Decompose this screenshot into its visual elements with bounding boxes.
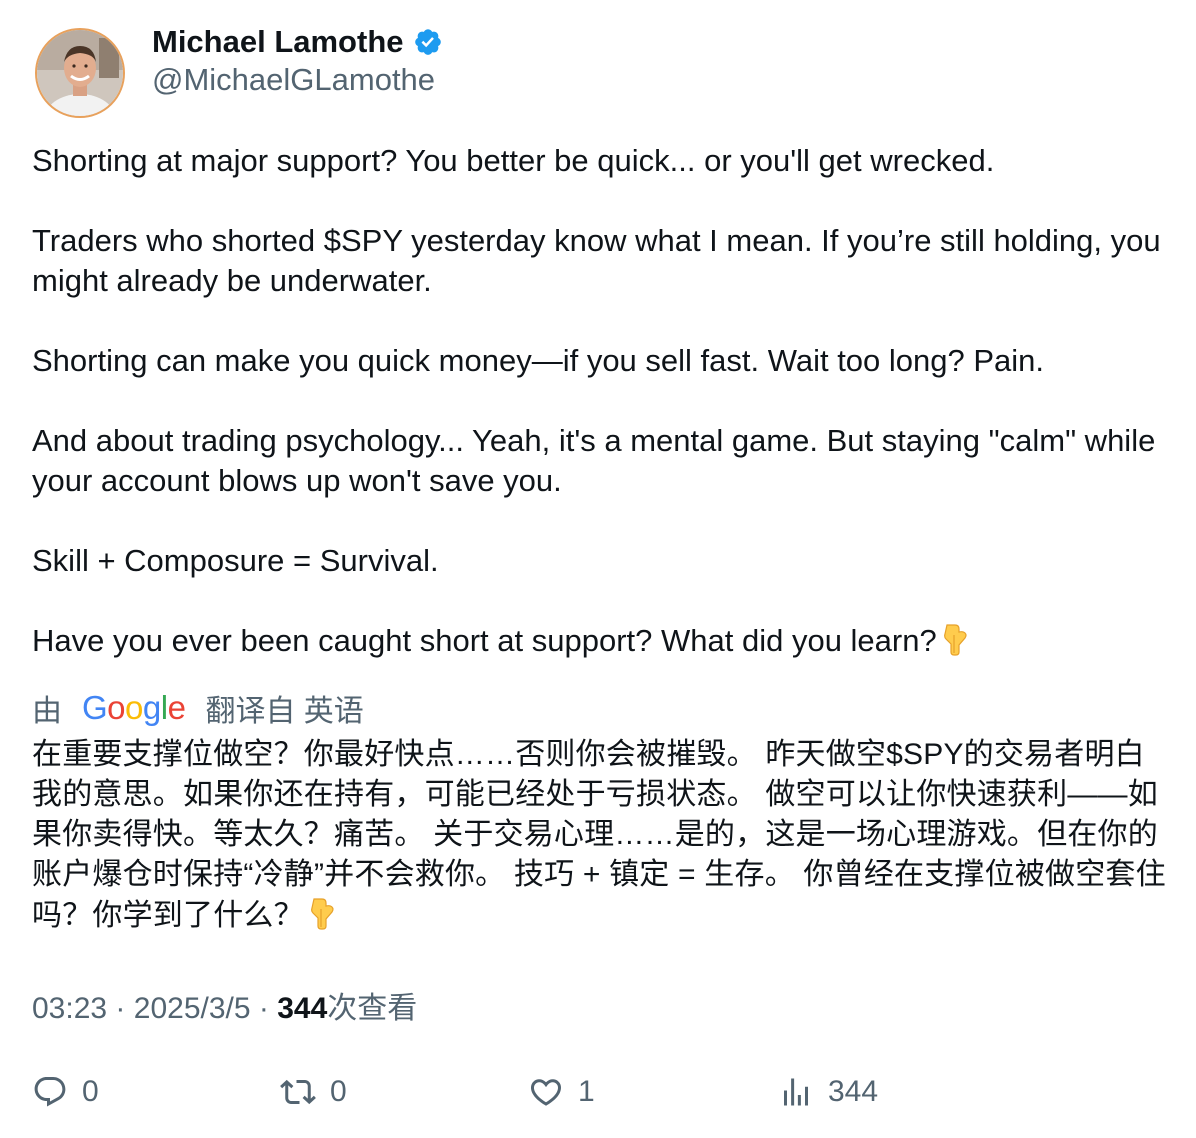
views-chart-icon <box>784 1078 808 1106</box>
verified-badge-icon <box>413 27 443 57</box>
translation-by-label: 由 <box>32 695 62 728</box>
translated-text-content: 在重要支撑位做空？你最好快点……否则你会被摧毁。 昨天做空$SPY的交易者明白我… <box>32 738 1166 932</box>
views-count: 344 <box>277 992 328 1025</box>
views-action-count: 344 <box>828 1075 879 1108</box>
tweet-meta: 03:23 · 2025/3/5 · 344次查看 <box>32 983 417 1027</box>
like-button[interactable]: 1 <box>528 1068 595 1116</box>
tweet-text: Shorting at major support? You better be… <box>32 141 1172 667</box>
retweet-button[interactable]: 0 <box>280 1068 347 1116</box>
views-button[interactable]: 344 <box>778 1068 878 1116</box>
tweet-paragraph: Shorting at major support? You better be… <box>32 143 995 178</box>
views-label: 次查看 <box>327 992 418 1025</box>
meta-separator: · <box>115 992 126 1025</box>
tweet-paragraph: Skill + Composure = Survival. <box>32 543 439 578</box>
translation-attribution: 由 Google 翻译自 英语 <box>32 686 364 730</box>
translated-text: 在重要支撑位做空？你最好快点……否则你会被摧毁。 昨天做空$SPY的交易者明白我… <box>32 735 1167 942</box>
heart-icon <box>530 1079 562 1106</box>
google-logo: Google <box>82 689 186 726</box>
author-name-row[interactable]: Michael Lamothe <box>152 22 443 62</box>
avatar[interactable] <box>35 28 125 118</box>
tweet-paragraph-text: Have you ever been caught short at suppo… <box>32 623 937 658</box>
translated-from-label[interactable]: 翻译自 英语 <box>205 686 363 730</box>
tweet-paragraph: Traders who shorted $SPY yesterday know … <box>32 223 1161 298</box>
like-count: 1 <box>578 1075 595 1108</box>
meta-separator: · <box>258 992 269 1025</box>
tweet-time[interactable]: 03:23 <box>32 992 107 1025</box>
pointing-down-hand-emoji <box>304 895 340 942</box>
author-name[interactable]: Michael Lamothe <box>152 24 404 60</box>
tweet-paragraph-last: Have you ever been caught short at suppo… <box>32 621 1172 667</box>
reply-button[interactable]: 0 <box>32 1068 99 1116</box>
reply-count: 0 <box>82 1075 99 1108</box>
reply-icon <box>34 1077 66 1107</box>
retweet-icon <box>280 1079 316 1105</box>
tweet-date[interactable]: 2025/3/5 <box>134 992 251 1025</box>
tweet-paragraph: And about trading psychology... Yeah, it… <box>32 423 1156 498</box>
retweet-count: 0 <box>330 1075 347 1108</box>
action-bar: 0 0 1 344 <box>32 1068 1162 1116</box>
pointing-down-hand-emoji <box>937 621 973 667</box>
tweet-paragraph: Shorting can make you quick money—if you… <box>32 343 1045 378</box>
author-handle[interactable]: @MichaelGLamothe <box>152 62 435 98</box>
avatar-photo <box>37 30 123 116</box>
